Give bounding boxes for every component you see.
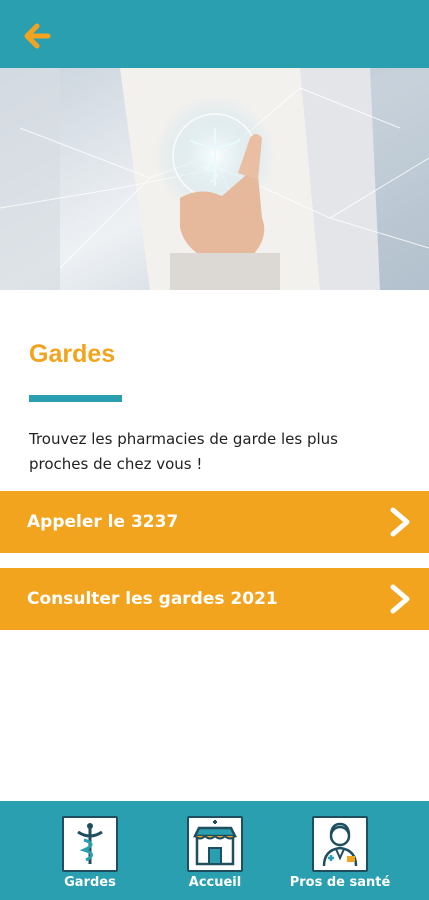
pharmacy-store-icon <box>192 820 238 866</box>
page-title: Gardes <box>29 340 116 368</box>
hero-image <box>0 68 429 290</box>
nav-label-gardes: Gardes <box>64 875 116 890</box>
consult-gardes-label: Consulter les gardes 2021 <box>27 589 278 609</box>
chevron-right-icon <box>390 584 410 614</box>
page-description: Trouvez les pharmacies de garde les plus… <box>29 430 339 473</box>
nav-tile-accueil <box>187 816 243 872</box>
consult-gardes-button[interactable]: Consulter les gardes 2021 <box>0 568 429 630</box>
call-3237-label: Appeler le 3237 <box>27 512 179 532</box>
call-3237-button[interactable]: Appeler le 3237 <box>0 491 429 553</box>
chevron-right-icon <box>390 507 410 537</box>
top-bar <box>0 0 429 68</box>
doctor-icon <box>322 822 358 867</box>
nav-label-accueil: Accueil <box>188 875 242 890</box>
back-button[interactable] <box>18 16 58 56</box>
nav-item-accueil[interactable]: Accueil <box>150 801 280 900</box>
nav-tile-gardes <box>62 816 118 872</box>
nav-item-pros-de-sante[interactable]: Pros de santé <box>275 801 405 900</box>
caduceus-icon <box>77 823 103 864</box>
arrow-left-icon <box>24 23 51 49</box>
title-underline <box>29 395 122 402</box>
bottom-nav: Gardes Accueil Pros de santé <box>0 801 429 900</box>
nav-item-gardes[interactable]: Gardes <box>25 801 155 900</box>
nav-tile-pros <box>312 816 368 872</box>
nav-label-pros-de-sante: Pros de santé <box>289 875 391 890</box>
